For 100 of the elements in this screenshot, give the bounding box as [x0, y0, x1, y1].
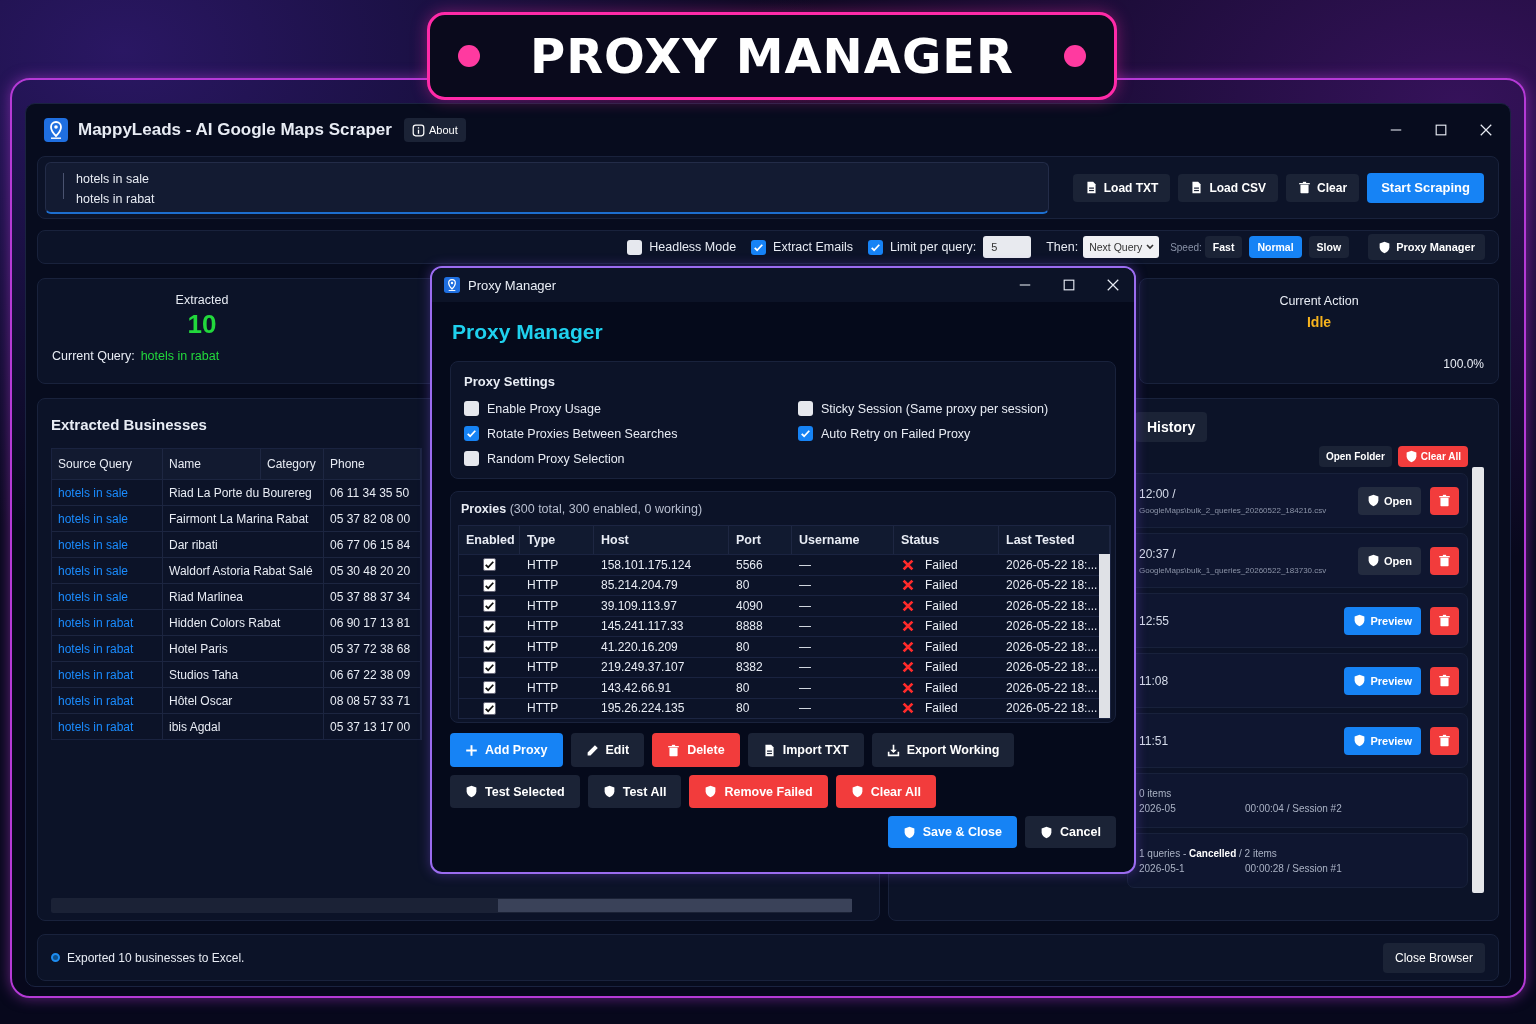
preview-button[interactable]: Preview [1344, 726, 1421, 755]
test-all-button[interactable]: Test All [587, 775, 682, 808]
close-browser-button[interactable]: Close Browser [1382, 942, 1485, 973]
delete-button[interactable] [1430, 606, 1459, 635]
session-date: 2026-05 [1139, 802, 1177, 814]
edit-button[interactable]: Edit [570, 733, 645, 767]
table-cell-text: HTTP [526, 556, 560, 574]
table-cell: Hotel Paris [163, 635, 324, 661]
table-cell-text: 80 [735, 679, 751, 697]
checkbox[interactable] [483, 681, 496, 695]
checkbox[interactable] [798, 426, 813, 441]
checkbox[interactable] [483, 578, 496, 592]
check-icon [484, 702, 495, 714]
cancel-button[interactable]: Cancel [1025, 816, 1116, 848]
history-item[interactable]: 1 queries - Cancelled / 2 items 2026-05-1 00:00:28 / Session #1 [1127, 833, 1468, 888]
limit-field[interactable]: 5 [983, 236, 1032, 258]
proxy-manager-button[interactable]: Proxy Manager [1368, 234, 1485, 260]
then-dropdown[interactable]: Next Query [1083, 236, 1160, 258]
checkbox[interactable] [483, 640, 496, 654]
test-selected-button[interactable]: Test Selected [450, 775, 580, 808]
table-cell-text: 2026-05-22 18:... [1005, 618, 1099, 636]
caret-icon [1146, 244, 1155, 250]
about-button[interactable]: About [403, 118, 466, 142]
check-icon [800, 428, 811, 439]
table-cell-text: 85.214.204.79 [600, 577, 679, 595]
checkbox[interactable] [464, 451, 479, 466]
check-icon [484, 559, 495, 571]
check-icon [753, 241, 765, 253]
queries-field[interactable]: hotels in sale hotels in rabat [45, 161, 1049, 214]
check-icon [484, 600, 495, 612]
history-tab[interactable]: History [1135, 412, 1208, 442]
stat-label: Current Action [1279, 294, 1359, 308]
trash-icon [1298, 181, 1312, 194]
delete-button[interactable]: Delete [652, 733, 740, 767]
preview-button[interactable]: Preview [1344, 666, 1421, 695]
table-cell-text: 80 [735, 577, 751, 595]
table-cell: Dar ribati [163, 531, 324, 557]
delete-button[interactable] [1430, 666, 1459, 695]
checkbox[interactable] [483, 599, 496, 613]
checkbox[interactable] [751, 239, 767, 255]
load-txt-button[interactable]: Load TXT [1072, 173, 1171, 202]
session-duration: 00:00:28 / Session #1 [1245, 862, 1343, 874]
clear-all-button[interactable]: Clear All [835, 775, 936, 808]
remove-failed-button[interactable]: Remove Failed [689, 775, 828, 808]
checkbox-label: Random Proxy Selection [487, 451, 625, 466]
checkbox[interactable] [464, 401, 479, 416]
shield-icon [850, 785, 864, 798]
load-csv-button[interactable]: Load CSV [1178, 173, 1279, 202]
export-button[interactable]: Export Working [871, 733, 1015, 767]
table-cell-text: HTTP [526, 659, 560, 677]
checkbox-label: Limit per query: [890, 240, 977, 254]
dialog-title: Proxy Manager [468, 277, 557, 293]
checkbox[interactable] [483, 701, 496, 715]
shield-icon [1404, 450, 1418, 463]
status-text: Failed [925, 639, 958, 654]
import-button[interactable]: Import TXT [747, 733, 864, 767]
horizontal-scrollbar[interactable] [51, 898, 852, 913]
file-icon [1084, 181, 1098, 194]
checkbox[interactable] [483, 660, 496, 674]
delete-button[interactable] [1430, 726, 1459, 755]
status-text: Failed [925, 619, 958, 634]
checkbox[interactable] [483, 558, 496, 572]
vertical-scrollbar[interactable] [1472, 467, 1484, 893]
checkbox[interactable] [483, 619, 496, 633]
table-cell: hotels in rabat [52, 609, 163, 635]
add-proxy-button[interactable]: Add Proxy [450, 733, 563, 767]
table-cell: hotels in sale [52, 557, 163, 583]
table-cell-text: 2026-05-22 18:... [1005, 556, 1099, 574]
table-cell-text: HTTP [526, 679, 560, 697]
open-button[interactable]: Open [1357, 486, 1421, 515]
checkbox[interactable] [464, 426, 479, 441]
speed-option[interactable]: Fast [1204, 236, 1243, 258]
delete-button[interactable] [1430, 546, 1459, 575]
table-cell-text: 143.42.66.91 [600, 679, 673, 697]
clear-all-button[interactable]: Clear All [1397, 446, 1468, 467]
open-button[interactable]: Open [1357, 546, 1421, 575]
speed-option[interactable]: Normal [1249, 236, 1302, 258]
preview-button[interactable]: Preview [1344, 606, 1421, 635]
table-cell: hotels in sale [52, 479, 163, 505]
table-cell: hotels in rabat [52, 687, 163, 713]
shield-icon [1366, 554, 1380, 567]
save-button[interactable]: Save & Close [887, 816, 1017, 848]
table-cell: hotels in sale [52, 531, 163, 557]
start-scraping-button[interactable]: Start Scraping [1367, 172, 1484, 203]
delete-button[interactable] [1430, 486, 1459, 515]
checkbox[interactable] [627, 239, 643, 255]
proxies-summary: (300 total, 300 enabled, 0 working) [509, 502, 703, 516]
clear-button[interactable]: Clear [1286, 173, 1360, 202]
table-cell-text: 80 [735, 700, 751, 718]
table-cell: Riad La Porte du Bourereg [163, 479, 324, 505]
open-folder-button[interactable]: Open Folder [1318, 446, 1392, 467]
session-duration: 00:00:04 / Session #2 [1245, 802, 1343, 814]
session-summary: 1 queries - Cancelled / 2 items [1139, 847, 1278, 859]
table-cell-text: HTTP [526, 700, 560, 718]
checkbox[interactable] [868, 239, 883, 255]
vertical-scrollbar[interactable] [1099, 554, 1110, 718]
shield-icon [1353, 734, 1367, 747]
checkbox-label: Rotate Proxies Between Searches [487, 426, 678, 441]
checkbox[interactable] [798, 401, 813, 416]
speed-option[interactable]: Slow [1308, 236, 1350, 258]
